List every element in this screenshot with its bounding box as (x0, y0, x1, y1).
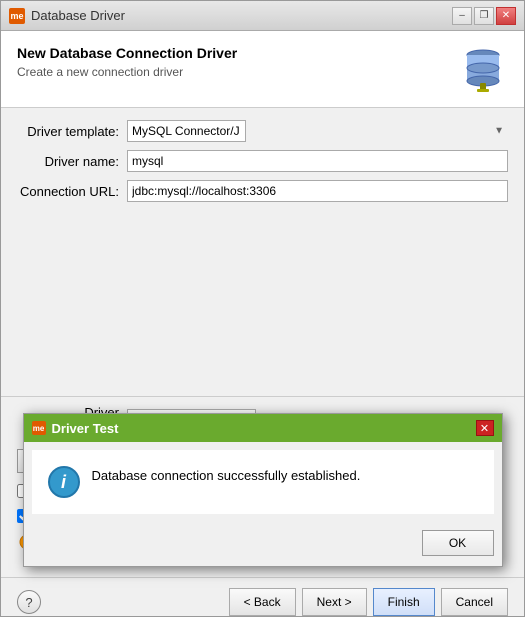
bottom-left: ? (17, 590, 41, 614)
connection-url-input[interactable] (127, 180, 508, 202)
driver-name-input[interactable] (127, 150, 508, 172)
database-icon (458, 45, 508, 93)
header-text: New Database Connection Driver Create a … (17, 45, 237, 79)
title-bar-left: me Database Driver (9, 8, 125, 24)
app-icon: me (9, 8, 25, 24)
driver-template-label: Driver template: (17, 124, 127, 139)
header-heading: New Database Connection Driver (17, 45, 237, 61)
title-bar-controls: – ❐ ✕ (452, 7, 516, 25)
modal-body: i Database connection successfully estab… (32, 450, 494, 514)
modal-title-bar: me Driver Test ✕ (24, 414, 502, 442)
next-button[interactable]: Next > (302, 588, 367, 616)
title-bar: me Database Driver – ❐ ✕ (1, 1, 524, 31)
driver-name-row: Driver name: (17, 150, 508, 172)
help-button[interactable]: ? (17, 590, 41, 614)
modal-message-text: Database connection successfully establi… (92, 466, 361, 486)
modal-message-row: i Database connection successfully estab… (48, 466, 478, 498)
driver-test-modal: me Driver Test ✕ i Database connection s… (23, 413, 503, 567)
ok-button[interactable]: OK (422, 530, 494, 556)
driver-template-select-wrapper: MySQL Connector/J ▼ (127, 120, 508, 142)
bottom-nav: ? < Back Next > Finish Cancel (1, 577, 524, 616)
header-section: New Database Connection Driver Create a … (1, 31, 524, 108)
bottom-right: < Back Next > Finish Cancel (229, 588, 508, 616)
minimize-button[interactable]: – (452, 7, 472, 25)
modal-app-icon: me (32, 421, 46, 435)
back-button[interactable]: < Back (229, 588, 296, 616)
window-title: Database Driver (31, 8, 125, 23)
modal-close-button[interactable]: ✕ (476, 420, 494, 436)
main-window: me Database Driver – ❐ ✕ New Database Co… (0, 0, 525, 617)
info-icon: i (48, 466, 80, 498)
header-subtitle: Create a new connection driver (17, 65, 237, 79)
chevron-down-icon: ▼ (494, 126, 504, 137)
driver-template-row: Driver template: MySQL Connector/J ▼ (17, 120, 508, 142)
connection-url-row: Connection URL: (17, 180, 508, 202)
finish-button[interactable]: Finish (373, 588, 435, 616)
driver-template-select[interactable]: MySQL Connector/J (127, 120, 246, 142)
close-button[interactable]: ✕ (496, 7, 516, 25)
window-content: New Database Connection Driver Create a … (1, 31, 524, 616)
modal-title-left: me Driver Test (32, 421, 119, 436)
modal-footer: OK (24, 522, 502, 566)
restore-button[interactable]: ❐ (474, 7, 494, 25)
modal-title: Driver Test (52, 421, 119, 436)
relative-container: me Driver Test ✕ i Database connection s… (1, 218, 524, 577)
modal-overlay: me Driver Test ✕ i Database connection s… (1, 413, 524, 567)
driver-name-label: Driver name: (17, 154, 127, 169)
cancel-button[interactable]: Cancel (441, 588, 508, 616)
connection-url-label: Connection URL: (17, 184, 127, 199)
top-form-section: Driver template: MySQL Connector/J ▼ Dri… (1, 108, 524, 218)
